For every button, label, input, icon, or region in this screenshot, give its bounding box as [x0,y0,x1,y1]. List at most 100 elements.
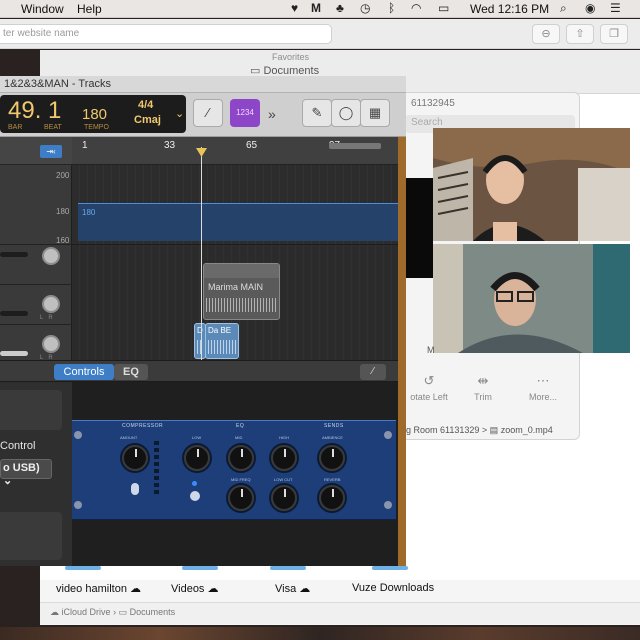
volume-slider[interactable] [0,311,28,316]
smart-controls-bar: Controls EQ ⁄ [0,360,398,382]
spotlight-search-icon[interactable]: ⌕ [560,1,567,16]
folder-icon[interactable] [270,566,306,570]
tempo-curve[interactable]: 180 [78,203,398,241]
high-knob[interactable] [271,445,297,471]
tempo-track[interactable]: 200 180 [72,165,398,245]
inspector-pane [0,512,62,560]
audio-region-marimba[interactable]: Marima MAIN [203,263,280,320]
folder-icon: ▭ [118,607,128,617]
compressor-toggle[interactable] [131,483,139,495]
ambience-knob[interactable] [319,445,345,471]
menubar-clock[interactable]: Wed 12:16 PM [470,2,549,16]
user-avatar-icon[interactable]: ◉ [585,1,595,15]
menu-help[interactable]: Help [77,2,102,16]
cloud-icon: ☁ [130,583,141,595]
knob-label: REVERB [324,477,341,482]
folder-visa[interactable]: Visa ☁ [275,582,310,595]
download-button[interactable]: ⊖ [532,24,560,44]
trim-button[interactable]: ⇹ Trim [453,373,513,402]
folder-icon[interactable] [372,566,408,570]
wifi-icon[interactable]: ◠ [411,1,421,15]
volume-slider[interactable] [0,252,28,257]
m-app-icon[interactable]: M [311,1,321,15]
folder-label: Videos [171,583,205,595]
region-header [204,264,279,278]
meter-led [154,490,159,494]
battery-icon[interactable]: ▭ [438,1,449,15]
meter-led [154,441,159,445]
folder-videos[interactable]: Videos ☁ [171,582,219,595]
loop-browser-button[interactable]: ◯ [331,99,361,127]
playhead[interactable] [201,147,202,364]
eq-toggle[interactable] [190,491,200,501]
tool-label: More... [528,392,557,402]
input-select[interactable]: o USB) ⌄ [0,459,52,487]
tempo-axis-label: 180 [56,207,70,216]
count-in-button[interactable]: 1234 [230,99,260,127]
mid-freq-knob[interactable] [228,485,254,511]
notepad-button[interactable]: ✎ [302,99,332,127]
folder-icon[interactable] [182,566,218,570]
knob-label: HIGH [279,435,289,440]
path-item[interactable]: Documents [130,607,176,617]
folder-icon[interactable] [65,566,101,570]
track-header-1[interactable] [0,245,72,285]
pan-knob[interactable] [42,295,60,313]
reverb-knob[interactable] [319,485,345,511]
share-button[interactable]: ⇧ [566,24,594,44]
timeline-ruler[interactable]: 1 33 65 97 [72,137,398,165]
section-label: EQ [236,423,245,429]
meeting-id: 61132945 [411,98,455,109]
rotate-left-icon: ↺ [423,373,435,388]
file-name[interactable]: zoom_0.mp4 [501,425,553,435]
beat-label: BEAT [44,124,62,131]
more-button[interactable]: ⋯ More... [513,373,573,402]
low-cut-knob[interactable] [271,485,297,511]
menu-window[interactable]: Window [21,2,64,16]
tool-label: otate Left [410,392,448,402]
more-toolbar-button[interactable]: » [268,106,276,122]
track-header-3[interactable]: L R [0,325,72,364]
heart-icon[interactable]: ♥ [291,1,298,15]
cloud-icon: ☁ [207,583,219,595]
knob-label: LOW CUT [274,477,293,482]
time-machine-icon[interactable]: ◷ [360,1,370,15]
folder-video-hamilton[interactable]: video hamilton ☁ [56,582,141,595]
notification-center-icon[interactable]: ☰ [610,1,621,15]
pan-knob[interactable] [42,247,60,265]
media-browser-button[interactable]: ▦ [360,99,390,127]
folder-vuze-downloads[interactable]: Vuze Downloads [352,582,434,594]
tempo-value-label: 180 [82,208,96,217]
meter-led [154,476,159,480]
tempo-axis-label: 160 [56,236,70,245]
tabs-button[interactable]: ❐ [600,24,628,44]
ruler-bar-label: 65 [246,140,258,151]
region-label: Da BE [208,326,232,335]
audio-region-dabe[interactable]: Da BE [205,323,239,359]
control-label: Control [0,440,36,452]
smart-controls-edit-button[interactable]: ⁄ [360,364,386,380]
screw-icon [384,501,392,509]
pan-knob[interactable] [42,335,60,353]
video-participant-2 [433,244,630,353]
mid-knob[interactable] [228,445,254,471]
low-knob[interactable] [184,445,210,471]
tab-eq[interactable]: EQ [114,364,148,380]
path-item[interactable]: iCloud Drive [62,607,111,617]
track-header-2[interactable]: L R [0,285,72,325]
lcd-display[interactable]: 49. 1 BAR BEAT 180 TEMPO 4/4 Cmaj ⌄ [0,95,186,133]
tracks-area[interactable]: 1 33 65 97 200 180 Marima MAIN D Da BE [72,137,398,364]
bell-icon[interactable]: ♣ [336,1,344,15]
track-filter-button[interactable]: ⇥‹ [40,145,62,158]
chevron-down-icon[interactable]: ⌄ [175,107,184,120]
rotate-left-button[interactable]: ↺ otate Left [399,373,459,402]
amount-knob[interactable] [122,445,148,471]
chevron-down-icon: ⌄ [3,475,13,487]
bluetooth-icon[interactable]: ᛒ [388,1,395,15]
tab-controls[interactable]: Controls [54,364,114,380]
tuner-button[interactable]: ⁄ [193,99,223,127]
window-title: 1&2&3&MAN - Tracks [4,78,111,90]
volume-slider[interactable] [0,351,28,356]
url-field[interactable]: ter website name [0,24,332,44]
cycle-region[interactable] [329,143,381,149]
